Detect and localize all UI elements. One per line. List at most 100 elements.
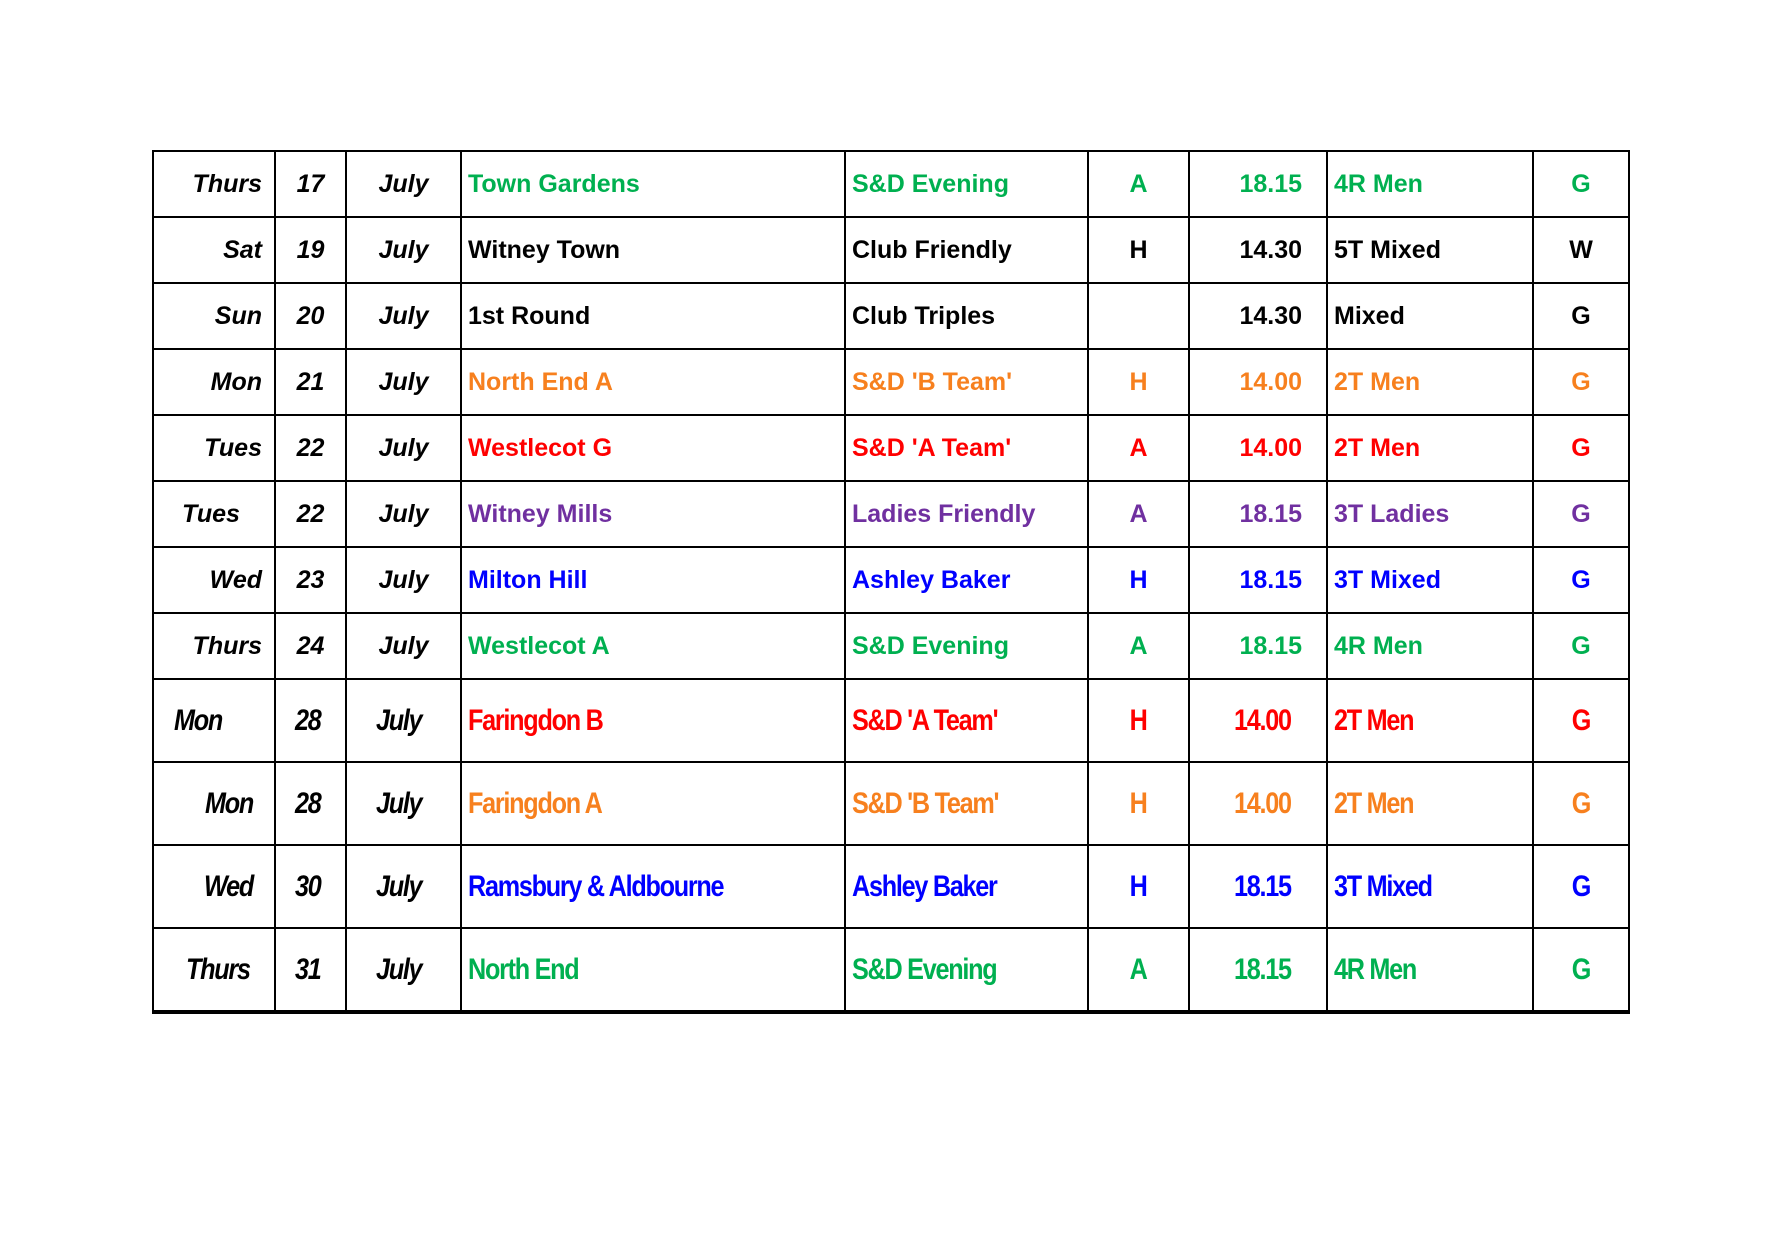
day-cell: Tues	[152, 480, 276, 548]
dress-code-cell: G	[1532, 927, 1630, 1014]
month-cell: July	[345, 761, 462, 846]
dress-code-text: G	[1571, 301, 1591, 330]
date-cell: 28	[274, 678, 347, 763]
dress-code-cell: G	[1532, 546, 1630, 614]
month-text: July	[378, 565, 429, 594]
dress-code-cell: G	[1532, 150, 1630, 218]
format-cell: 3T Ladies	[1326, 480, 1534, 548]
date-text: 31	[295, 952, 322, 986]
venue-cell: H	[1087, 546, 1190, 614]
dress-code-cell: G	[1532, 414, 1630, 482]
dress-code-cell: G	[1532, 678, 1630, 763]
competition-text: S&D 'A Team'	[852, 703, 999, 737]
venue-cell: H	[1087, 678, 1190, 763]
opponent-cell: Witney Mills	[460, 480, 846, 548]
competition-cell: Ashley Baker	[844, 546, 1089, 614]
dress-code-text: G	[1571, 703, 1592, 737]
format-text: 4R Men	[1334, 169, 1423, 198]
time-text: 18.15	[1239, 169, 1302, 198]
fixture-row: Thurs 17 July Town Gardens S&D Evening A 18.15…	[152, 150, 1630, 218]
month-text: July	[378, 367, 429, 396]
time-cell: 18.15	[1188, 844, 1328, 929]
time-cell: 18.15	[1188, 546, 1328, 614]
venue-text: H	[1129, 565, 1148, 594]
month-cell: July	[345, 612, 462, 680]
time-cell: 18.15	[1188, 612, 1328, 680]
fixture-row: Thurs 31 July North End S&D Evening A 18.15 4R …	[152, 927, 1630, 1014]
competition-cell: S&D Evening	[844, 612, 1089, 680]
month-cell: July	[345, 844, 462, 929]
day-text: Tues	[204, 433, 262, 462]
opponent-text: Faringdon A	[468, 786, 603, 820]
date-cell: 17	[274, 150, 347, 218]
venue-cell: H	[1087, 844, 1190, 929]
month-text: July	[378, 235, 429, 264]
fixture-list: Thurs 17 July Town Gardens S&D Evening A 18.15…	[152, 150, 1630, 1014]
month-text: July	[376, 703, 423, 737]
venue-cell: H	[1087, 761, 1190, 846]
time-cell: 14.30	[1188, 282, 1328, 350]
time-cell: 14.30	[1188, 216, 1328, 284]
format-text: 2T Men	[1334, 703, 1415, 737]
competition-cell: S&D Evening	[844, 927, 1089, 1014]
time-cell: 18.15	[1188, 150, 1328, 218]
dress-code-text: G	[1571, 952, 1592, 986]
opponent-text: Witney Town	[468, 235, 621, 264]
fixture-row: Mon 28 July Faringdon B S&D 'A Team' H 14.00 2T…	[152, 678, 1630, 763]
month-cell: July	[345, 927, 462, 1014]
month-cell: July	[345, 546, 462, 614]
competition-cell: Club Triples	[844, 282, 1089, 350]
format-cell: 4R Men	[1326, 612, 1534, 680]
fixture-row: Sun 20 July 1st Round Club Triples 14.30 Mixed…	[152, 282, 1630, 350]
day-text: Sun	[214, 301, 262, 330]
dress-code-cell: G	[1532, 844, 1630, 929]
day-cell: Tues	[152, 414, 276, 482]
dress-code-cell: G	[1532, 348, 1630, 416]
opponent-text: Town Gardens	[468, 169, 640, 198]
format-text: 4R Men	[1334, 952, 1417, 986]
opponent-cell: Town Gardens	[460, 150, 846, 218]
opponent-cell: North End A	[460, 348, 846, 416]
venue-cell: A	[1087, 480, 1190, 548]
venue-cell: A	[1087, 414, 1190, 482]
fixture-row: Wed 30 July Ramsbury & Aldbourne Ashley Bake…	[152, 844, 1630, 929]
fixtures-table: Thurs 17 July Town Gardens S&D Evening A 18.15…	[152, 150, 1630, 1014]
fixture-row: Wed 23 July Milton Hill Ashley Baker H 18.15 3T…	[152, 546, 1630, 614]
day-cell: Thurs	[152, 150, 276, 218]
time-text: 14.00	[1234, 703, 1292, 737]
day-text: Mon	[174, 703, 223, 737]
venue-text: H	[1130, 869, 1148, 903]
day-cell: Mon	[152, 678, 276, 763]
time-text: 14.00	[1234, 786, 1292, 820]
date-text: 21	[296, 367, 325, 396]
dress-code-text: G	[1571, 786, 1592, 820]
competition-text: S&D 'B Team'	[852, 367, 1013, 396]
venue-text: H	[1130, 703, 1148, 737]
venue-cell: A	[1087, 150, 1190, 218]
venue-text: A	[1130, 952, 1148, 986]
month-cell: July	[345, 216, 462, 284]
day-text: Mon	[204, 786, 254, 820]
month-cell: July	[345, 414, 462, 482]
venue-cell: A	[1087, 927, 1190, 1014]
format-cell: 4R Men	[1326, 927, 1534, 1014]
month-text: July	[378, 631, 429, 660]
month-cell: July	[345, 678, 462, 763]
time-cell: 18.15	[1188, 480, 1328, 548]
format-text: 2T Men	[1334, 786, 1415, 820]
format-cell: 3T Mixed	[1326, 546, 1534, 614]
venue-cell: H	[1087, 348, 1190, 416]
time-text: 18.15	[1239, 565, 1302, 594]
format-text: 3T Mixed	[1334, 869, 1433, 903]
day-cell: Thurs	[152, 927, 276, 1014]
venue-text: H	[1129, 235, 1148, 264]
format-cell: 2T Men	[1326, 414, 1534, 482]
day-cell: Mon	[152, 761, 276, 846]
format-text: 5T Mixed	[1334, 235, 1441, 264]
opponent-cell: Ramsbury & Aldbourne	[460, 844, 846, 929]
opponent-text: Faringdon B	[468, 703, 604, 737]
day-text: Sat	[223, 235, 262, 264]
date-cell: 20	[274, 282, 347, 350]
opponent-cell: North End	[460, 927, 846, 1014]
date-text: 22	[296, 433, 325, 462]
